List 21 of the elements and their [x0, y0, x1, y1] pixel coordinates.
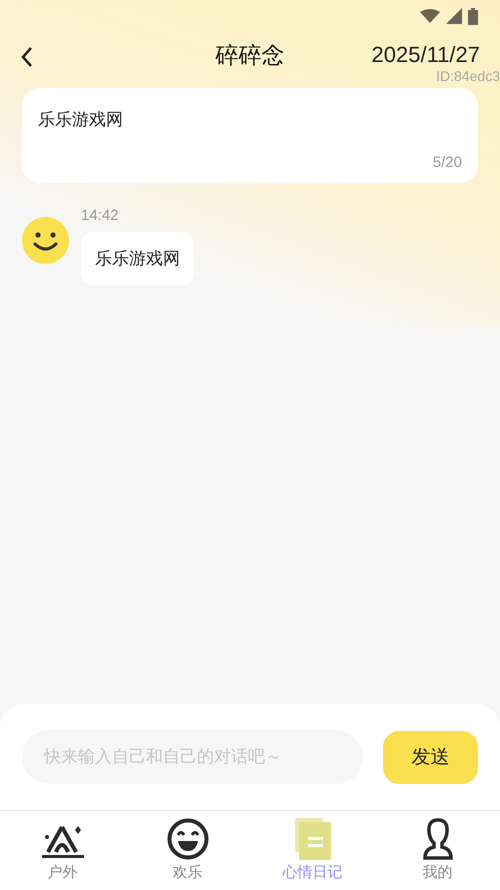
back-icon[interactable] — [20, 46, 34, 68]
wifi-icon — [420, 9, 440, 23]
character-counter: 5/20 — [432, 154, 462, 171]
message-bubble: 乐乐游戏网 — [81, 232, 194, 285]
tab[interactable]: 心情日记 — [250, 811, 375, 890]
person-icon — [422, 818, 452, 860]
tab[interactable]: 欢乐 — [125, 811, 250, 890]
send-button[interactable]: 发送 — [383, 730, 478, 784]
smiley-avatar-icon — [22, 217, 69, 264]
signal-icon — [446, 8, 462, 24]
page-title: 碎碎念 — [214, 42, 286, 70]
laughing-face-icon — [166, 818, 208, 860]
message-time: 14:42 — [81, 207, 119, 224]
notes-icon — [294, 818, 330, 860]
date-label: 2025/11/27 — [372, 42, 481, 68]
tent-icon — [42, 824, 84, 860]
tab[interactable]: 户外 — [0, 811, 125, 890]
note-text: 乐乐游戏网 — [38, 109, 124, 131]
battery-icon — [468, 8, 478, 24]
id-label: ID:84edc3 — [436, 68, 500, 84]
tab[interactable]: 我的 — [375, 811, 500, 890]
